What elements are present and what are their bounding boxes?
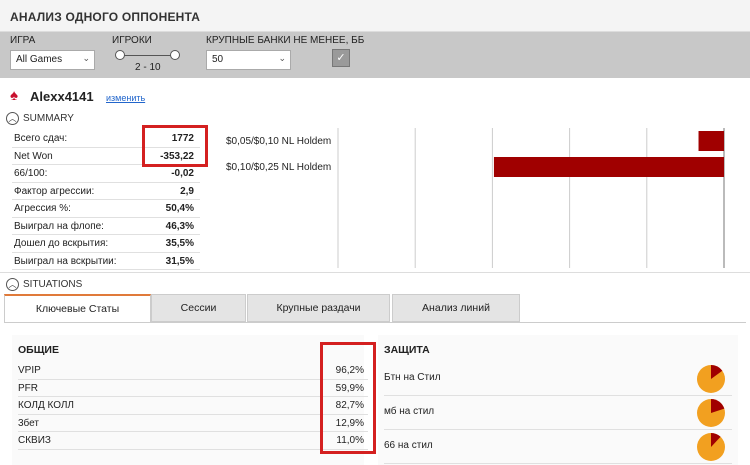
bigpots-select[interactable]: 50 ⌄	[206, 50, 291, 70]
defense-stat-label: Бтн на Стил	[384, 372, 441, 383]
bar-chart-svg	[337, 128, 725, 268]
defense-stat-row: 66 на стил	[384, 430, 732, 464]
general-title: ОБЩИЕ	[18, 344, 59, 356]
highlight-box-summary	[142, 125, 208, 167]
general-stat-label: 3бет	[18, 417, 39, 429]
defense-panel: ЗАЩИТА Бтн на Стил мб на стил 66 на стил	[378, 335, 738, 465]
general-stat-label: СКВИЗ	[18, 435, 51, 446]
summary-row-label: Net Won	[14, 150, 53, 162]
general-stat-row: СКВИЗ 11,0%	[18, 432, 368, 450]
apply-button[interactable]: ✓	[332, 49, 350, 67]
chevron-up-icon: ︿	[6, 112, 19, 125]
summary-row-value: 46,3%	[165, 220, 194, 232]
summary-row: Дошел до вскрытия: 35,5%	[12, 235, 200, 253]
summary-row: Выиграл на вскрытии: 31,5%	[12, 253, 200, 270]
summary-row: Агрессия %: 50,4%	[12, 200, 200, 218]
chevron-up-icon: ︿	[6, 278, 19, 291]
chart-category-label: $0,10/$0,25 NL Holdem	[226, 162, 332, 173]
summary-row-label: Фактор агрессии:	[14, 185, 95, 197]
summary-row-label: 66/100:	[14, 168, 48, 179]
highlight-box-general	[320, 342, 376, 454]
tab-big-hands[interactable]: Крупные раздачи	[247, 294, 390, 322]
summary-row: Выиграл на флопе: 46,3%	[12, 218, 200, 235]
summary-row-label: Агрессия %:	[14, 203, 71, 214]
general-panel: ОБЩИЕ VPIP 96,2% PFR 59,9% КОЛД КОЛЛ 82,7% 3бе…	[12, 335, 368, 465]
title-bar: АНАЛИЗ ОДНОГО ОППОНЕНТА	[0, 0, 750, 32]
players-slider-min-handle[interactable]	[115, 50, 125, 60]
tab-underline	[4, 322, 746, 323]
defense-pie-chart	[697, 399, 725, 427]
summary-row-value: -0,02	[171, 168, 194, 179]
general-stat-row: VPIP 96,2%	[18, 362, 368, 380]
summary-row-label: Всего сдач:	[14, 133, 68, 144]
players-range-value: 2 - 10	[135, 62, 161, 73]
chevron-down-icon: ⌄	[82, 53, 90, 63]
bigpots-select-value: 50	[212, 54, 224, 65]
defense-stat-label: мб на стил	[384, 406, 435, 417]
general-stat-label: КОЛД КОЛЛ	[18, 400, 74, 411]
checkmark-icon: ✓	[336, 52, 346, 64]
summary-row-value: 35,5%	[165, 238, 194, 249]
defense-pie-chart	[697, 433, 725, 461]
defense-stat-row: мб на стил	[384, 396, 732, 430]
players-label: ИГРОКИ	[112, 35, 152, 46]
tab-line-analysis[interactable]: Анализ линий	[392, 294, 520, 322]
summary-label: SUMMARY	[23, 113, 74, 124]
page-title: АНАЛИЗ ОДНОГО ОППОНЕНТА	[10, 10, 201, 24]
summary-row-value: 50,4%	[165, 203, 194, 214]
general-stat-label: VPIP	[18, 365, 41, 376]
player-name: Alexx4141	[30, 89, 94, 104]
game-label: ИГРА	[10, 35, 36, 46]
pokerstars-icon: ♠	[10, 87, 18, 104]
game-select-value: All Games	[16, 54, 63, 65]
bar-chart: $0,05/$0,10 NL Holdem $0,10/$0,25 NL Hold…	[226, 128, 726, 268]
summary-row-value: 2,9	[180, 185, 194, 197]
defense-stat-row: Бтн на Стил	[384, 362, 732, 396]
players-slider-max-handle[interactable]	[170, 50, 180, 60]
general-stat-label: PFR	[18, 382, 38, 394]
edit-player-link[interactable]: изменить	[106, 93, 145, 103]
tab-key-stats[interactable]: Ключевые Статы	[4, 294, 151, 322]
summary-row-label: Выиграл на флопе:	[14, 220, 104, 232]
defense-title: ЗАЩИТА	[384, 344, 430, 356]
general-stat-row: 3бет 12,9%	[18, 415, 368, 432]
chart-bar	[493, 157, 724, 177]
players-slider-track[interactable]	[120, 55, 175, 56]
bigpots-label: КРУПНЫЕ БАНКИ НЕ МЕНЕЕ, ББ	[206, 35, 365, 46]
general-stat-row: КОЛД КОЛЛ 82,7%	[18, 397, 368, 415]
summary-row-value: 31,5%	[165, 255, 194, 267]
section-divider	[0, 272, 750, 273]
situations-label: SITUATIONS	[23, 279, 83, 290]
chevron-down-icon: ⌄	[278, 53, 286, 63]
defense-stat-label: 66 на стил	[384, 440, 433, 451]
summary-row-label: Выиграл на вскрытии:	[14, 255, 117, 267]
summary-row: 66/100: -0,02	[12, 165, 200, 183]
defense-pie-chart	[697, 365, 725, 393]
chart-bar	[698, 131, 724, 151]
summary-row-label: Дошел до вскрытия:	[14, 238, 109, 249]
general-stat-row: PFR 59,9%	[18, 380, 368, 397]
game-select[interactable]: All Games ⌄	[10, 50, 95, 70]
filter-bar: ИГРА All Games ⌄ ИГРОКИ 2 - 10 КРУПНЫЕ Б…	[0, 32, 750, 78]
chart-category-label: $0,05/$0,10 NL Holdem	[226, 136, 332, 147]
summary-row: Фактор агрессии: 2,9	[12, 183, 200, 200]
tab-sessions[interactable]: Сессии	[151, 294, 246, 322]
